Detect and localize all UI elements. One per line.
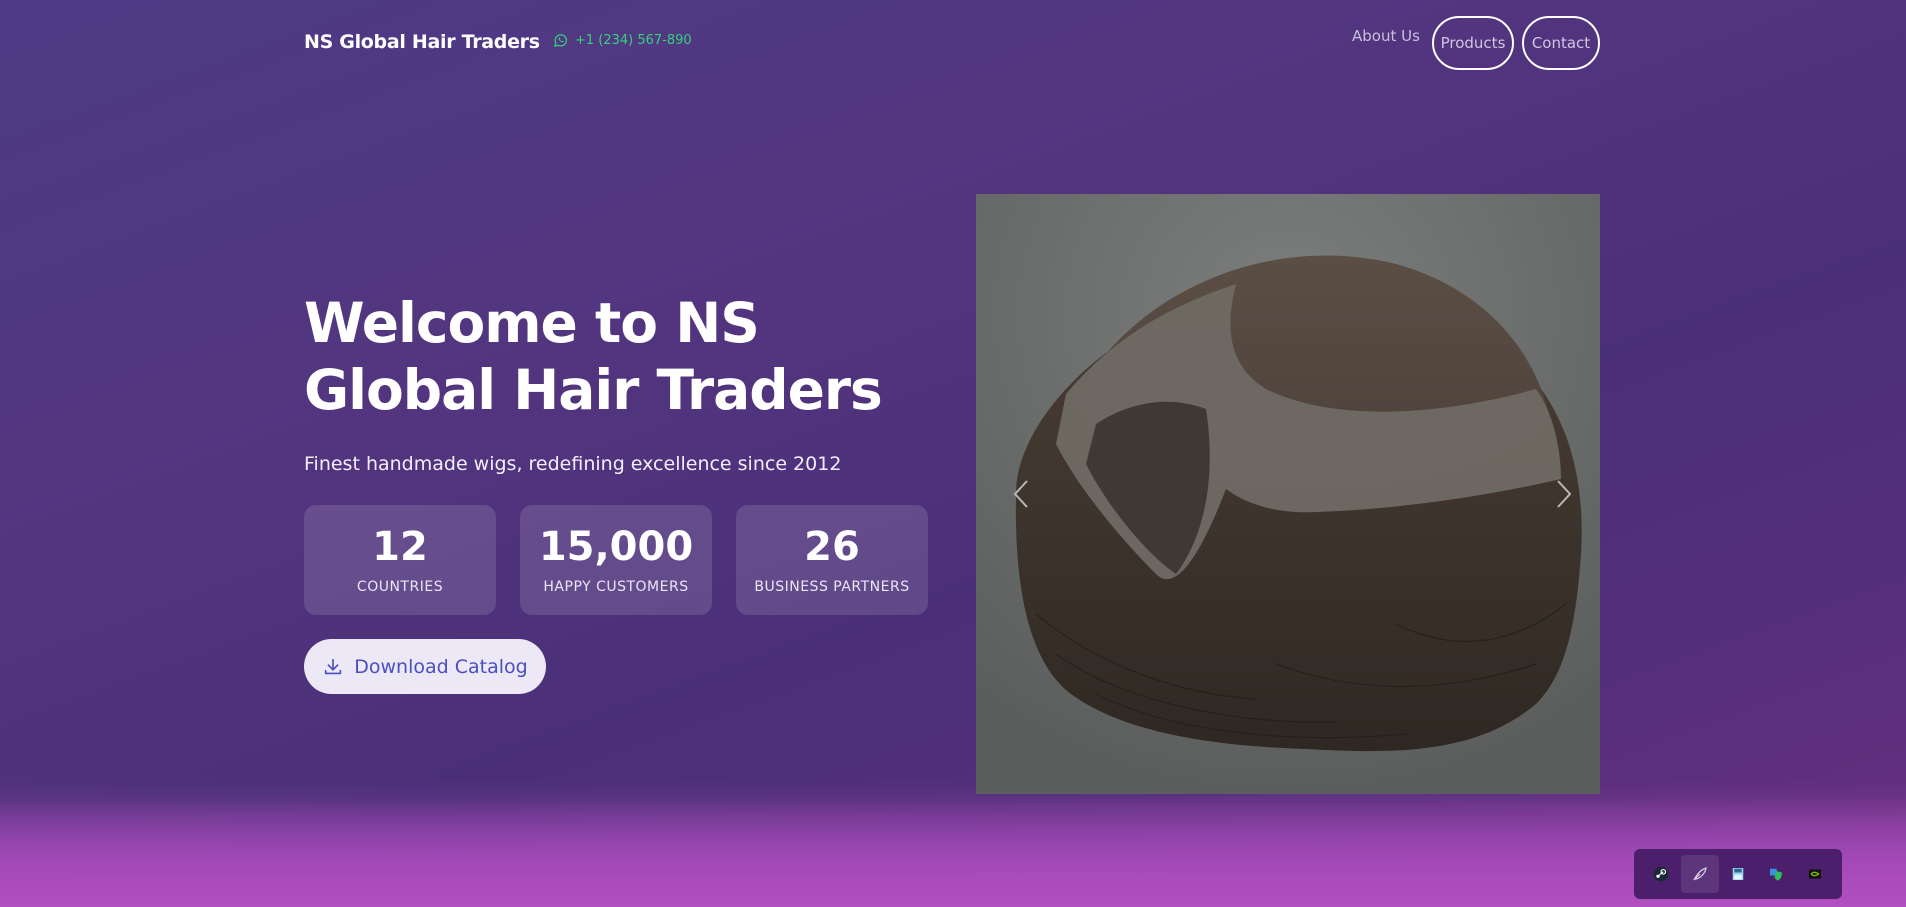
tray-nvidia[interactable] (1796, 855, 1834, 893)
stat-card-partners: 26 BUSINESS PARTNERS (736, 505, 928, 615)
nvidia-icon (1808, 869, 1821, 879)
tray-shield[interactable] (1757, 855, 1795, 893)
hero-subtitle: Finest handmade wigs, redefining excelle… (304, 453, 842, 475)
brand-logo-text[interactable]: NS Global Hair Traders (304, 31, 540, 53)
chevron-left-icon (1013, 480, 1028, 508)
stat-value: 26 (804, 524, 860, 570)
carousel-prev-button[interactable] (1006, 476, 1036, 512)
system-tray (1634, 849, 1842, 899)
stat-label: BUSINESS PARTNERS (754, 579, 910, 595)
phone-link[interactable]: +1 (234) 567-890 (553, 33, 692, 48)
download-icon (325, 658, 342, 674)
stat-label: COUNTRIES (356, 579, 444, 595)
floppy-icon (1732, 868, 1744, 880)
feather-icon (1693, 867, 1707, 881)
nav-products-button[interactable]: Products (1432, 16, 1514, 70)
tray-steam[interactable] (1642, 855, 1680, 893)
stat-label: HAPPY CUSTOMERS (543, 579, 689, 595)
steam-icon (1653, 866, 1669, 882)
product-carousel[interactable] (976, 194, 1600, 794)
nav-contact-button[interactable]: Contact (1522, 16, 1600, 70)
chevron-right-icon (1557, 480, 1572, 508)
bottom-gradient-band (0, 797, 1906, 907)
wig-product-image (976, 194, 1600, 794)
carousel-next-button[interactable] (1549, 476, 1579, 512)
whatsapp-icon (553, 34, 567, 48)
hero-title: Welcome to NS Global Hair Traders (304, 291, 883, 422)
stat-card-customers: 15,000 HAPPY CUSTOMERS (520, 505, 712, 615)
shield-icon (1770, 868, 1783, 881)
stat-card-countries: 12 COUNTRIES (304, 505, 496, 615)
tray-floppy[interactable] (1719, 855, 1757, 893)
tray-feather[interactable] (1680, 855, 1719, 893)
download-catalog-button[interactable]: Download Catalog (304, 639, 546, 694)
phone-number: +1 (234) 567-890 (575, 33, 692, 48)
stat-value: 15,000 (538, 524, 694, 570)
stat-value: 12 (372, 524, 428, 570)
nav-about-link[interactable]: About Us (1352, 27, 1420, 45)
download-catalog-label: Download Catalog (354, 655, 528, 678)
